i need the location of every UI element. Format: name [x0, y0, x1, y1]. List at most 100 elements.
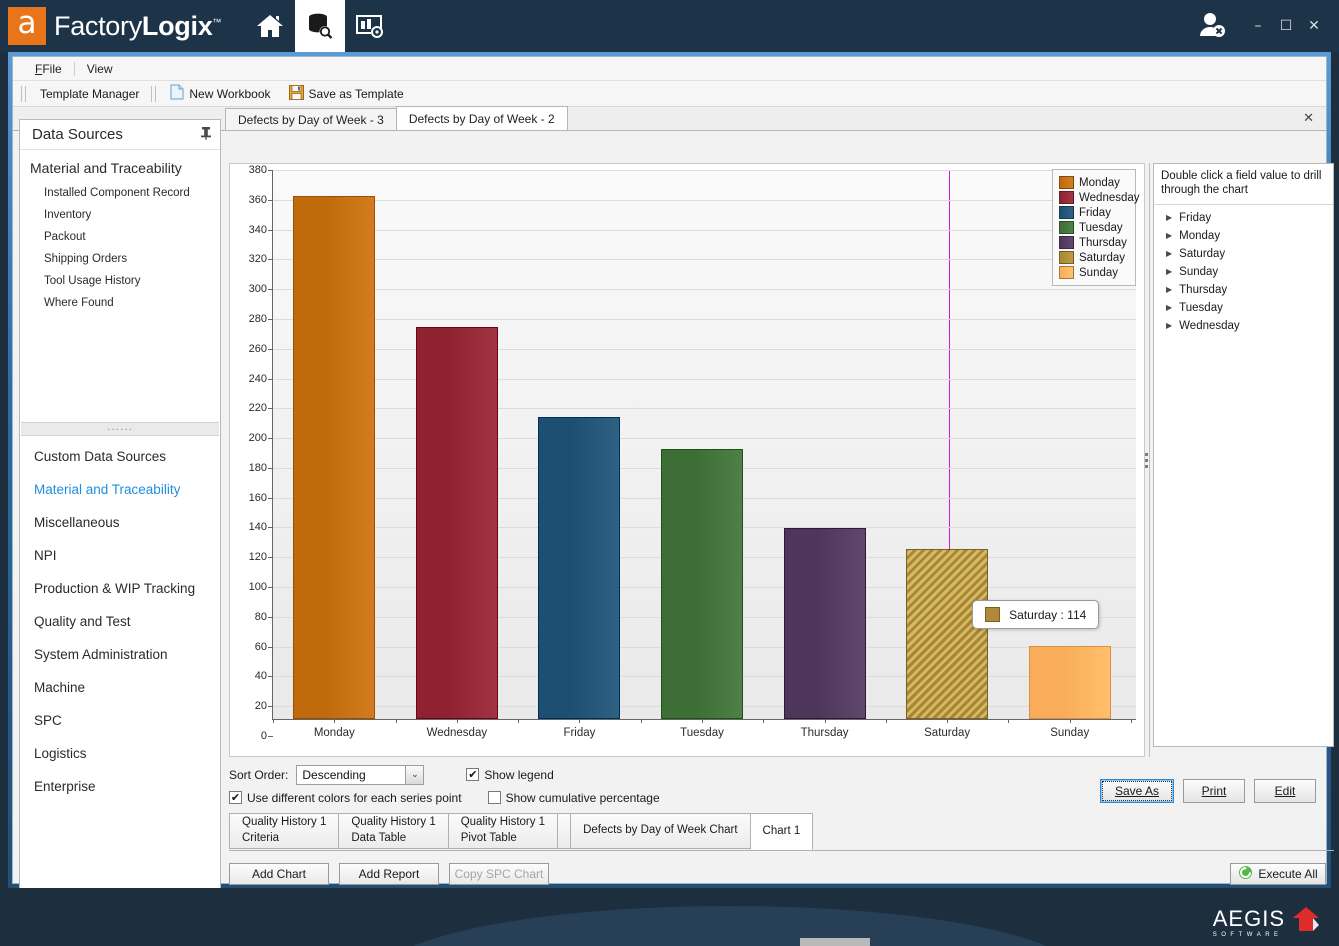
- sheet-tab-line2: Criteria: [242, 831, 326, 847]
- sidebar-item-machine[interactable]: Machine: [20, 671, 220, 704]
- save-as-template-button[interactable]: Save as Template: [283, 83, 410, 105]
- use-different-colors-checkbox[interactable]: ✔ Use different colors for each series p…: [229, 791, 462, 805]
- menu-view[interactable]: View: [75, 59, 125, 79]
- legend-label: Friday: [1079, 207, 1111, 219]
- sidebar-splitter[interactable]: ······: [21, 422, 219, 436]
- edit-button[interactable]: Edit: [1254, 779, 1316, 803]
- legend-item[interactable]: Friday: [1057, 205, 1131, 220]
- print-button[interactable]: Print: [1183, 779, 1245, 803]
- sidebar-item-material-and-traceability[interactable]: Material and Traceability: [20, 473, 220, 506]
- sidebar-item-custom-data-sources[interactable]: Custom Data Sources: [20, 440, 220, 473]
- expander-triangle-icon[interactable]: ▶: [1166, 267, 1172, 276]
- drill-field-row[interactable]: ▶Wednesday: [1154, 317, 1333, 335]
- expander-triangle-icon[interactable]: ▶: [1166, 249, 1172, 258]
- save-as-button[interactable]: Save As: [1100, 779, 1174, 803]
- close-button[interactable]: ✕: [1301, 13, 1327, 39]
- legend-item[interactable]: Saturday: [1057, 250, 1131, 265]
- sheet-tab-quality-history-pivot-table[interactable]: Quality History 1 Pivot Table: [448, 813, 558, 849]
- sidebar-item-quality-and-test[interactable]: Quality and Test: [20, 605, 220, 638]
- menu-file[interactable]: FFile: [23, 59, 74, 79]
- expander-triangle-icon[interactable]: ▶: [1166, 321, 1172, 330]
- legend-item[interactable]: Wednesday: [1057, 190, 1131, 205]
- legend-color-swatch: [1059, 266, 1074, 279]
- drill-field-label: Saturday: [1179, 248, 1225, 260]
- y-axis-tick-label: 380: [249, 164, 267, 176]
- drill-field-row[interactable]: ▶ Saturday: [1154, 245, 1333, 263]
- y-axis-tick-label: 140: [249, 521, 267, 533]
- sheet-tab-chart-1[interactable]: Chart 1: [750, 813, 814, 850]
- sheet-tab-defects-by-day-of-week-chart[interactable]: Defects by Day of Week Chart: [570, 813, 750, 849]
- workbook-tab-1[interactable]: Defects by Day of Week - 3: [225, 108, 397, 130]
- refresh-icon: [1238, 865, 1253, 883]
- add-chart-button[interactable]: Add Chart: [229, 863, 329, 885]
- chart-bar[interactable]: [784, 528, 866, 719]
- y-axis-tick-mark: [268, 617, 273, 618]
- chart-bar[interactable]: [661, 449, 743, 719]
- sidebar-item-tool-usage-history[interactable]: Tool Usage History: [20, 270, 220, 292]
- add-report-button[interactable]: Add Report: [339, 863, 439, 885]
- drill-field-row[interactable]: ▶Sunday: [1154, 263, 1333, 281]
- sidebar-item-spc[interactable]: SPC: [20, 704, 220, 737]
- sidebar-item-production-wip-tracking[interactable]: Production & WIP Tracking: [20, 572, 220, 605]
- sheet-tab-quality-history-data-table[interactable]: Quality History 1 Data Table: [338, 813, 448, 849]
- legend-item[interactable]: Tuesday: [1057, 220, 1131, 235]
- legend-item[interactable]: Monday: [1057, 175, 1131, 190]
- sidebar-item-npi[interactable]: NPI: [20, 539, 220, 572]
- drill-field-row[interactable]: ▶Monday: [1154, 227, 1333, 245]
- drill-field-list: ▶Friday▶Monday▶Saturday▶Sunday▶Thursday▶…: [1154, 205, 1333, 746]
- drill-field-row[interactable]: ▶Friday: [1154, 209, 1333, 227]
- database-search-icon[interactable]: [295, 0, 345, 52]
- expander-triangle-icon[interactable]: ▶: [1166, 285, 1172, 294]
- gridline: [273, 200, 1136, 201]
- panel-splitter[interactable]: [1139, 163, 1153, 757]
- drill-field-row[interactable]: ▶Tuesday: [1154, 299, 1333, 317]
- chart-bar[interactable]: [416, 327, 498, 719]
- pin-icon[interactable]: [200, 126, 212, 143]
- sidebar-item-installed-component-record[interactable]: Installed Component Record: [20, 182, 220, 204]
- expander-triangle-icon[interactable]: ▶: [1166, 213, 1172, 222]
- maximize-button[interactable]: ☐: [1273, 13, 1299, 39]
- chart-bar[interactable]: [538, 417, 620, 719]
- minimize-button[interactable]: –: [1245, 13, 1271, 39]
- sidebar-item-miscellaneous[interactable]: Miscellaneous: [20, 506, 220, 539]
- expander-triangle-icon[interactable]: ▶: [1166, 303, 1172, 312]
- sidebar-item-logistics[interactable]: Logistics: [20, 737, 220, 770]
- sidebar-item-shipping-orders[interactable]: Shipping Orders: [20, 248, 220, 270]
- sheet-tab-line2: Pivot Table: [461, 831, 545, 847]
- legend-item[interactable]: Thursday: [1057, 235, 1131, 250]
- chart-bar[interactable]: [1029, 646, 1111, 719]
- splitter-grip-dots: [1145, 453, 1148, 468]
- legend-item[interactable]: Sunday: [1057, 265, 1131, 280]
- sidebar-item-inventory[interactable]: Inventory: [20, 204, 220, 226]
- template-manager-button[interactable]: Template Manager: [34, 85, 145, 103]
- new-workbook-button[interactable]: New Workbook: [164, 82, 276, 105]
- chart-bar[interactable]: [906, 549, 988, 719]
- expander-triangle-icon[interactable]: ▶: [1166, 231, 1172, 240]
- presentation-gear-icon[interactable]: [345, 0, 395, 52]
- toolbar-grip[interactable]: [21, 86, 26, 102]
- sheet-tab-quality-history-criteria[interactable]: Quality History 1 Criteria: [229, 813, 339, 849]
- home-icon[interactable]: [245, 0, 295, 52]
- close-tab-button[interactable]: ✕: [1303, 111, 1314, 126]
- show-legend-label: Show legend: [484, 768, 553, 782]
- sort-order-select[interactable]: Descending ⌄: [296, 765, 424, 785]
- workbook-tab-2[interactable]: Defects by Day of Week - 2: [396, 106, 568, 130]
- legend-label: Tuesday: [1079, 222, 1123, 234]
- sidebar-item-enterprise[interactable]: Enterprise: [20, 770, 220, 803]
- y-axis-tick-mark: [268, 736, 273, 737]
- execute-all-button[interactable]: Execute All: [1230, 863, 1326, 885]
- x-axis-tick-mark: [1008, 719, 1009, 723]
- user-logout-icon[interactable]: [1197, 11, 1227, 42]
- show-cumulative-percentage-checkbox[interactable]: Show cumulative percentage: [488, 791, 660, 805]
- legend-label: Wednesday: [1079, 192, 1140, 204]
- sidebar-item-system-administration[interactable]: System Administration: [20, 638, 220, 671]
- sidebar-item-packout[interactable]: Packout: [20, 226, 220, 248]
- show-cumulative-checkbox-box: [488, 791, 501, 804]
- drill-field-row[interactable]: ▶Thursday: [1154, 281, 1333, 299]
- chart-bar[interactable]: [293, 196, 375, 719]
- y-axis-tick-label: 100: [249, 581, 267, 593]
- chart-plot-area[interactable]: 0204060801001201401601802002202402602803…: [272, 170, 1136, 720]
- sidebar-item-where-found[interactable]: Where Found: [20, 292, 220, 314]
- show-legend-checkbox[interactable]: ✔ Show legend: [466, 768, 553, 782]
- toolbar-grip-2[interactable]: [151, 86, 156, 102]
